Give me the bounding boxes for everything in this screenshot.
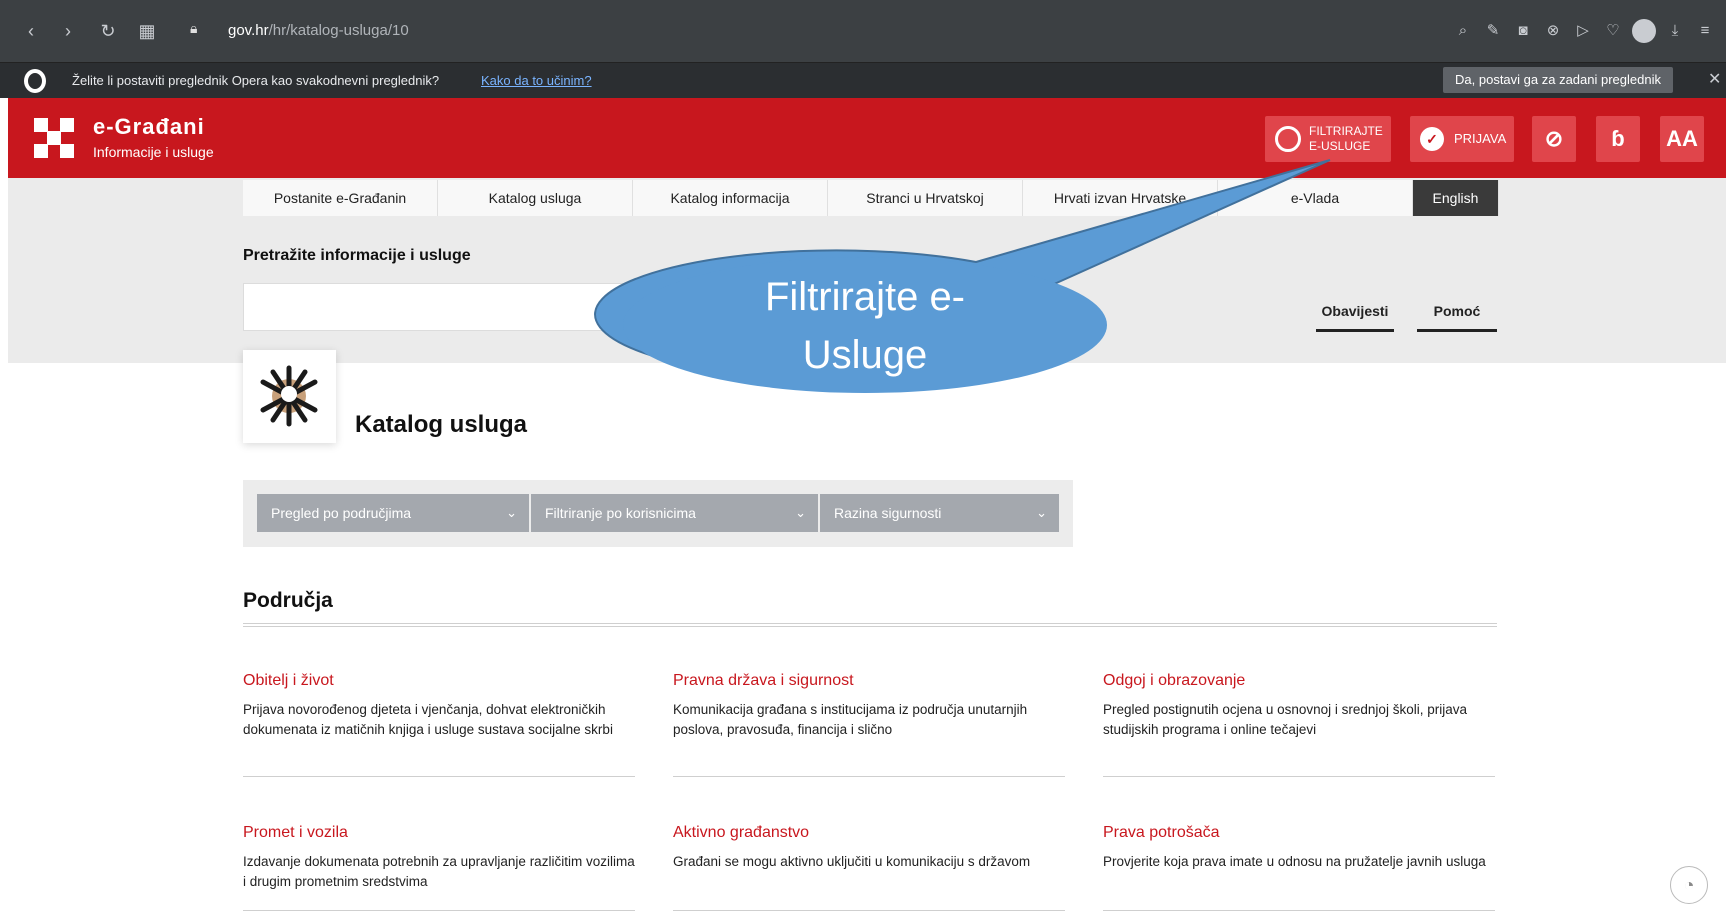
- dyslexic-font-icon[interactable]: ɓ: [1596, 116, 1640, 162]
- screen: ‹ › ↻ ▦ 🔒︎ gov.hr/hr/katalog-usluga/10 ⌕…: [0, 0, 1726, 914]
- camera-icon[interactable]: ◙: [1512, 18, 1534, 44]
- check-icon: ✓: [1420, 127, 1444, 151]
- card-divider: [1103, 776, 1495, 777]
- address-bar[interactable]: gov.hr/hr/katalog-usluga/10: [228, 22, 409, 39]
- tab-notices[interactable]: Obavijesti: [1316, 303, 1394, 332]
- toolbar-icons: ⌕ ✎ ◙ ⊗ ▷ ♡ ⤓ ≡: [1452, 18, 1716, 44]
- filter-eservices-label: FILTRIRAJTE E-USLUGE: [1309, 124, 1383, 153]
- areas-dropdown[interactable]: Pregled po područjima ⌄: [257, 494, 529, 532]
- area-description: Prijava novorođenog djeteta i vjenčanja,…: [243, 702, 613, 737]
- font-size-icon[interactable]: AA: [1660, 116, 1704, 162]
- opera-logo-icon: [24, 69, 46, 93]
- card-divider: [673, 910, 1065, 911]
- users-dropdown-label: Filtriranje po korisnicima: [545, 505, 696, 521]
- area-title-link[interactable]: Pravna država i sigurnost: [673, 672, 1065, 690]
- search-label: Pretražite informacije i usluge: [243, 247, 471, 264]
- forward-icon[interactable]: ›: [55, 18, 81, 44]
- area-title-link[interactable]: Aktivno građanstvo: [673, 824, 1065, 842]
- browser-toolbar: ‹ › ↻ ▦ 🔒︎ gov.hr/hr/katalog-usluga/10 ⌕…: [0, 0, 1726, 62]
- edit-icon[interactable]: ✎: [1482, 18, 1504, 44]
- nav-item-stranci[interactable]: Stranci u Hrvatskoj: [828, 180, 1023, 216]
- area-description: Građani se mogu aktivno uključiti u komu…: [673, 854, 1031, 869]
- login-button[interactable]: ✓ PRIJAVA: [1410, 116, 1514, 162]
- nav-item-postanite[interactable]: Postanite e-Građanin: [243, 180, 438, 216]
- area-description: Provjerite koja prava imate u odnosu na …: [1103, 854, 1486, 869]
- back-icon[interactable]: ‹: [18, 18, 44, 44]
- filter-icon: [1275, 126, 1301, 152]
- nav-item-katalog-informacija[interactable]: Katalog informacija: [633, 180, 828, 216]
- download-icon[interactable]: ⤓: [1664, 18, 1686, 44]
- tab-help[interactable]: Pomoć: [1417, 303, 1497, 332]
- heart-icon[interactable]: ♡: [1602, 18, 1624, 44]
- lock-icon: 🔒︎: [190, 20, 198, 36]
- users-dropdown[interactable]: Filtriranje po korisnicima ⌄: [531, 494, 818, 532]
- speed-dial-icon[interactable]: ▦: [134, 18, 160, 44]
- infobar-message: Želite li postaviti preglednik Opera kao…: [72, 73, 440, 88]
- site-subtitle: Informacije i usluge: [93, 144, 214, 160]
- area-title-link[interactable]: Promet i vozila: [243, 824, 635, 842]
- nav-item-e-vlada[interactable]: e-Vlada: [1218, 180, 1413, 216]
- send-icon[interactable]: ▷: [1572, 18, 1594, 44]
- areas-dropdown-label: Pregled po područjima: [271, 505, 412, 521]
- menu-icon[interactable]: ≡: [1694, 18, 1716, 44]
- section-title: Područja: [243, 589, 333, 612]
- nav-item-katalog-usluga[interactable]: Katalog usluga: [438, 180, 633, 216]
- chevron-down-icon: ⌄: [1036, 505, 1047, 520]
- card-divider: [673, 776, 1065, 777]
- card-divider: [1103, 910, 1495, 911]
- chevron-down-icon: ⌄: [795, 505, 806, 520]
- cookie-settings-icon[interactable]: ◔: [1670, 866, 1708, 904]
- set-default-button[interactable]: Da, postavi ga za zadani preglednik: [1443, 67, 1673, 93]
- nav-item-hrvati-izvan[interactable]: Hrvati izvan Hrvatske: [1023, 180, 1218, 216]
- security-dropdown[interactable]: Razina sigurnosti ⌄: [820, 494, 1059, 532]
- profile-icon[interactable]: [1632, 19, 1656, 43]
- site-header: e-Građani Informacije i usluge FILTRIRAJ…: [8, 98, 1726, 178]
- default-browser-infobar: Želite li postaviti preglednik Opera kao…: [0, 62, 1726, 98]
- area-description: Izdavanje dokumenata potrebnih za upravl…: [243, 854, 635, 889]
- site-title[interactable]: e-Građani: [93, 114, 205, 140]
- area-card: Odgoj i obrazovanje Pregled postignutih …: [1103, 672, 1495, 740]
- catalog-emblem-icon: [243, 350, 336, 443]
- url-path: /hr/katalog-usluga/10: [268, 22, 409, 39]
- search-input[interactable]: [243, 283, 683, 331]
- checkerboard-logo-icon[interactable]: [34, 118, 74, 158]
- section-divider: [243, 623, 1497, 627]
- login-label: PRIJAVA: [1454, 131, 1507, 146]
- page-title: Katalog usluga: [355, 411, 528, 438]
- security-dropdown-label: Razina sigurnosti: [834, 505, 942, 521]
- url-host: gov.hr: [228, 22, 269, 39]
- area-card: Obitelj i život Prijava novorođenog djet…: [243, 672, 635, 740]
- close-icon[interactable]: ✕: [1708, 69, 1721, 89]
- filter-eservices-button[interactable]: FILTRIRAJTE E-USLUGE: [1265, 116, 1391, 162]
- area-card: Prava potrošača Provjerite koja prava im…: [1103, 824, 1495, 872]
- block-icon[interactable]: ⊗: [1542, 18, 1564, 44]
- card-divider: [243, 776, 635, 777]
- area-title-link[interactable]: Prava potrošača: [1103, 824, 1495, 842]
- callout-text: Filtrirajte e- Usluge: [764, 275, 966, 377]
- area-title-link[interactable]: Odgoj i obrazovanje: [1103, 672, 1495, 690]
- area-card: Promet i vozila Izdavanje dokumenata pot…: [243, 824, 635, 892]
- main-nav: Postanite e-Građanin Katalog usluga Kata…: [243, 180, 1499, 216]
- reload-icon[interactable]: ↻: [95, 18, 121, 44]
- hide-eye-icon[interactable]: ⊘: [1532, 116, 1576, 162]
- area-card: Aktivno građanstvo Građani se mogu aktiv…: [673, 824, 1065, 872]
- area-description: Pregled postignutih ocjena u osnovnoj i …: [1103, 702, 1467, 737]
- language-english-button[interactable]: English: [1413, 180, 1499, 216]
- card-divider: [243, 910, 635, 911]
- area-description: Komunikacija građana s institucijama iz …: [673, 702, 1028, 737]
- area-title-link[interactable]: Obitelj i život: [243, 672, 635, 690]
- infobar-link[interactable]: Kako da to učinim?: [481, 73, 592, 88]
- chevron-down-icon: ⌄: [506, 505, 517, 520]
- search-icon[interactable]: ⌕: [1452, 18, 1474, 44]
- area-card: Pravna država i sigurnost Komunikacija g…: [673, 672, 1065, 740]
